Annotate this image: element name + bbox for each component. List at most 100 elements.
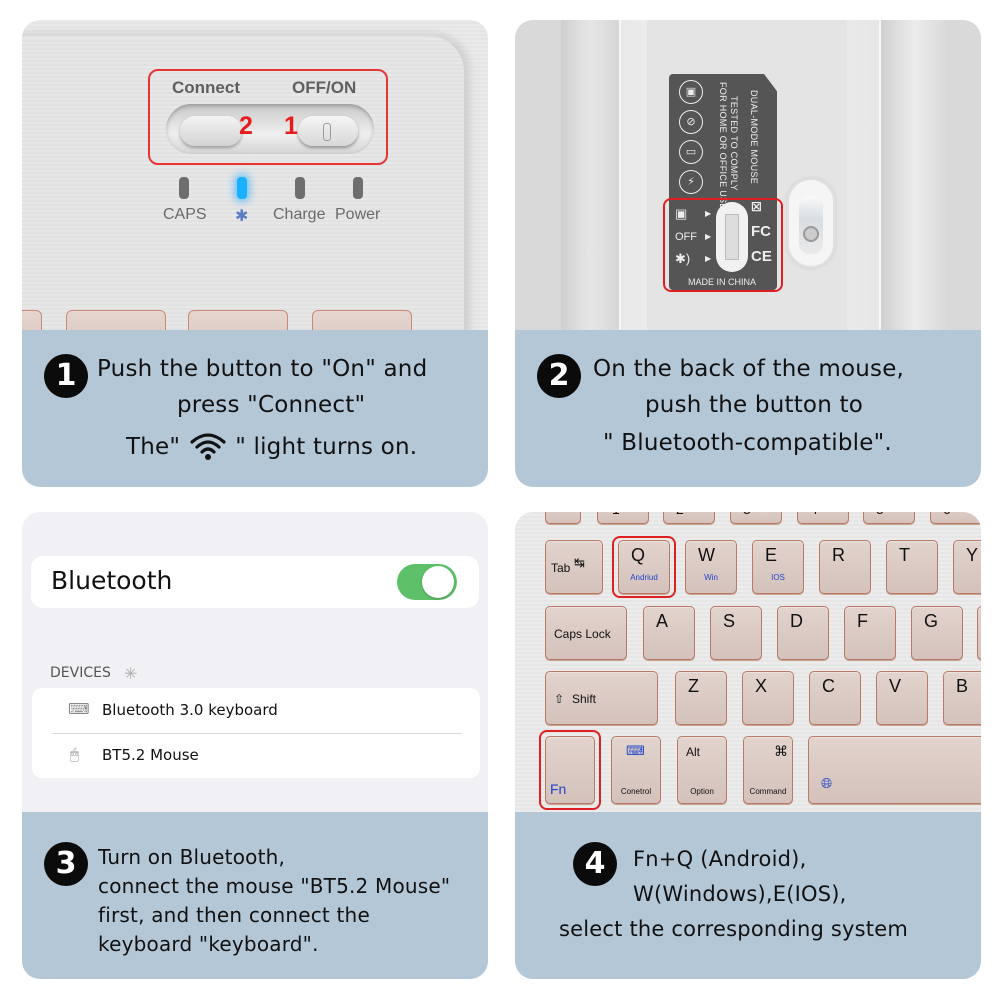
bluetooth-row[interactable]: Bluetooth	[31, 556, 479, 608]
key-v[interactable]: V	[876, 671, 928, 725]
usb-receiver-mode-icon: ▣	[675, 206, 688, 221]
bluetooth-toggle[interactable]	[397, 564, 457, 600]
caption-line: W(Windows),E(IOS),	[633, 882, 847, 906]
key-s[interactable]: S	[710, 606, 762, 660]
step-4-panel: ` 1 2 3 4 5 6 Tab ↹ Q Andriud W Win E IO…	[515, 512, 981, 979]
key-space[interactable]: 🌐︎	[808, 736, 981, 804]
key-shift[interactable]: ⇧ Shift	[545, 671, 658, 725]
sensor-window	[799, 196, 823, 254]
label-line: TESTED TO COMPLY	[729, 96, 739, 191]
mouse-side-right	[881, 20, 949, 330]
key-3[interactable]: 3	[730, 512, 782, 524]
off-mode-label: OFF	[675, 231, 697, 243]
fcc-mark: FC	[751, 223, 771, 240]
devices-header: DEVICES	[50, 665, 111, 681]
shift-arrow-icon: ⇧	[554, 692, 565, 706]
caption-prefix: The"	[126, 434, 181, 460]
caps-led	[179, 177, 189, 199]
key-t[interactable]: T	[886, 540, 938, 594]
key	[22, 310, 42, 330]
arrow-icon: ▶	[705, 232, 712, 241]
caption-line: first, and then connect the	[98, 903, 370, 927]
optical-sensor	[803, 226, 819, 242]
connect-button[interactable]	[180, 116, 242, 146]
caption-suffix: " light turns on.	[235, 434, 418, 460]
device-name: Bluetooth 3.0 keyboard	[102, 701, 278, 719]
charge-led	[295, 177, 305, 199]
battery-icon: ▭	[679, 140, 703, 164]
loading-spinner-icon: ✳	[124, 664, 138, 683]
key-command[interactable]: ⌘ Command	[743, 736, 793, 804]
key-r[interactable]: R	[819, 540, 871, 594]
tab-arrows-icon: ↹	[574, 555, 585, 570]
bluetooth-settings-screen: Bluetooth DEVICES ✳ ⌨ Bluetooth 3.0 keyb…	[22, 512, 488, 812]
key-backtick[interactable]: `	[545, 512, 581, 524]
key-5[interactable]: 5	[863, 512, 915, 524]
key-fn[interactable]: Fn	[545, 736, 595, 804]
mode-switch[interactable]	[725, 214, 739, 260]
key-alt-option[interactable]: Alt Option	[677, 736, 727, 804]
connect-label: Connect	[172, 78, 240, 97]
device-item-keyboard[interactable]: ⌨ Bluetooth 3.0 keyboard	[32, 688, 480, 734]
caption-line: Fn+Q (Android),	[633, 847, 807, 871]
caption-line: push the button to	[645, 392, 863, 418]
marker-2: 2	[239, 112, 253, 140]
charge-label: Charge	[273, 206, 326, 223]
key-1[interactable]: 1	[597, 512, 649, 524]
power-indicator-label: Power	[335, 206, 381, 223]
mouse-back-photo: DUAL-MODE MOUSE TESTED TO COMPLY FOR HOM…	[515, 20, 981, 330]
arrow-icon: ▶	[705, 254, 712, 263]
power-led	[353, 177, 363, 199]
step-number-badge: 4	[573, 842, 617, 886]
step-2-caption: 2 On the back of the mouse, push the but…	[515, 330, 981, 487]
bluetooth-mode-icon: ✱)	[675, 251, 691, 266]
key-b[interactable]: B	[943, 671, 981, 725]
step-3-caption: 3 Turn on Bluetooth, connect the mouse "…	[22, 812, 488, 979]
step-number-badge: 2	[537, 354, 581, 398]
key-e[interactable]: E IOS	[752, 540, 804, 594]
key-w[interactable]: W Win	[685, 540, 737, 594]
power-label: OFF/ON	[292, 78, 357, 97]
key-a[interactable]: A	[643, 606, 695, 660]
key-2[interactable]: 2	[663, 512, 715, 524]
key	[312, 310, 412, 330]
step-number-badge: 1	[44, 354, 88, 398]
caption-line: Turn on Bluetooth,	[98, 845, 286, 869]
arrow-icon: ▶	[705, 209, 712, 218]
key-g[interactable]: G	[911, 606, 963, 660]
key	[66, 310, 166, 330]
caption-line: On the back of the mouse,	[593, 356, 905, 382]
key-x[interactable]: X	[742, 671, 794, 725]
key-control[interactable]: ⌨ Conetrol	[611, 736, 661, 804]
device-name: BT5.2 Mouse	[102, 746, 199, 764]
label-line: FOR HOME OR OFFICE USE	[718, 82, 728, 210]
no-liquid-icon: ⊘	[679, 110, 703, 134]
caption-line: Push the button to "On" and	[97, 356, 428, 382]
charge-icon: ⚡	[679, 170, 703, 194]
caption-line: keyboard "keyboard".	[98, 932, 319, 956]
key-caps-lock[interactable]: Caps Lock	[545, 606, 627, 660]
key-4[interactable]: 4	[797, 512, 849, 524]
step-4-caption: 4 Fn+Q (Android), W(Windows),E(IOS), sel…	[515, 812, 981, 979]
step-number-badge: 3	[44, 842, 88, 886]
key-tab[interactable]: Tab ↹	[545, 540, 603, 594]
device-item-mouse[interactable]: 🖱︎ BT5.2 Mouse	[32, 733, 480, 778]
weee-icon: ☒	[751, 200, 762, 214]
key-h[interactable]	[977, 606, 981, 660]
marker-1: 1	[284, 112, 298, 140]
power-switch[interactable]	[298, 116, 358, 146]
label-title: DUAL-MODE MOUSE	[749, 90, 759, 185]
key-d[interactable]: D	[777, 606, 829, 660]
caption-line: connect the mouse "BT5.2 Mouse"	[98, 874, 451, 898]
key-6[interactable]: 6	[930, 512, 981, 524]
keyboard-controls-photo: Connect OFF/ON 2 1 CAPS ✱ Charge Power	[22, 20, 488, 330]
key-f[interactable]: F	[844, 606, 896, 660]
key-q[interactable]: Q Andriud	[618, 540, 670, 594]
key-c[interactable]: C	[809, 671, 861, 725]
key	[188, 310, 288, 330]
key-y[interactable]: Y	[953, 540, 981, 594]
key-z[interactable]: Z	[675, 671, 727, 725]
mouse-icon: 🖱︎	[70, 745, 80, 763]
keyboard-icon: ⌨	[626, 743, 645, 758]
step-3-panel: Bluetooth DEVICES ✳ ⌨ Bluetooth 3.0 keyb…	[22, 512, 488, 979]
